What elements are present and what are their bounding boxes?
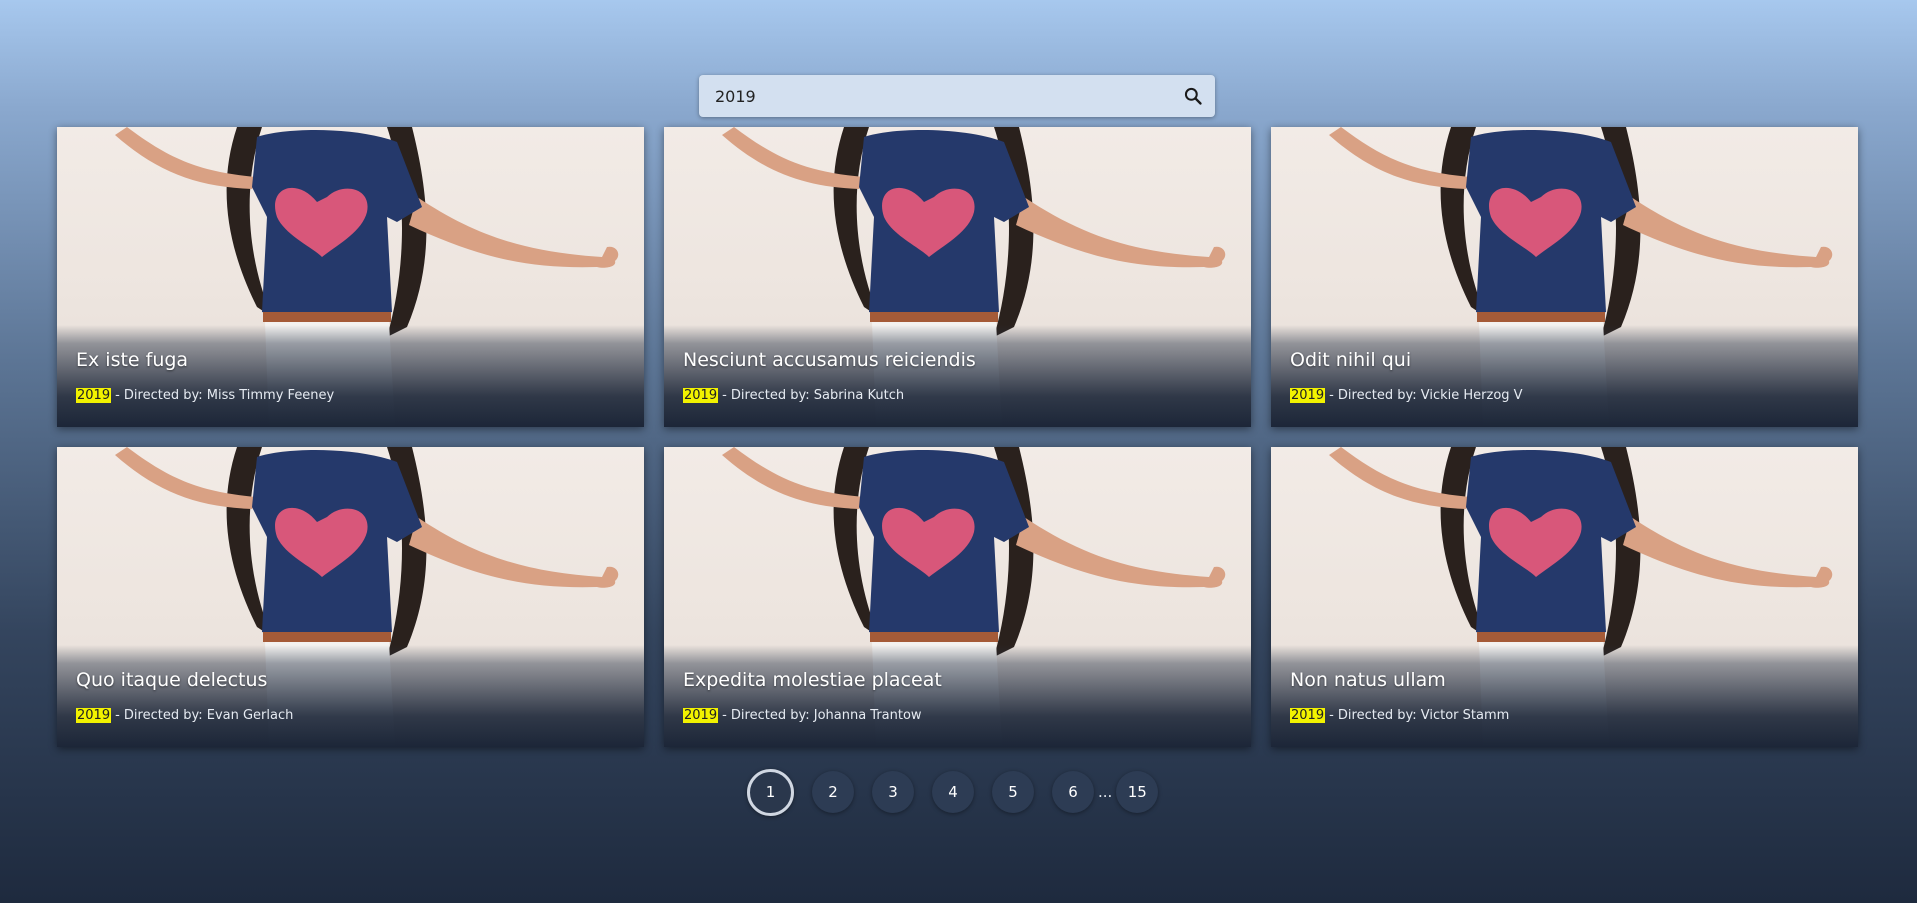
director-text: - Directed by: Miss Timmy Feeney [115, 388, 335, 403]
card-overlay [1271, 645, 1858, 747]
page-button-6[interactable]: 6 [1052, 771, 1094, 813]
director-text: - Directed by: Sabrina Kutch [722, 388, 905, 403]
search-icon [1184, 87, 1202, 105]
director-text: - Directed by: Evan Gerlach [115, 708, 294, 723]
card-title: Expedita molestiae placeat [683, 669, 942, 691]
card-title: Odit nihil qui [1290, 349, 1412, 371]
search-input[interactable] [699, 75, 1171, 117]
year-highlight: 2019 [76, 708, 112, 723]
card-meta: 2019 - Directed by: Johanna Trantow [683, 708, 922, 723]
movie-card[interactable]: Ex iste fuga 2019 - Directed by: Miss Ti… [57, 127, 644, 427]
year-highlight: 2019 [1290, 708, 1326, 723]
pagination-ellipsis: ... [1098, 783, 1113, 801]
pagination: 1 2 3 4 5 6... 15 [747, 768, 1159, 816]
search-button[interactable] [1171, 75, 1215, 117]
card-title: Ex iste fuga [76, 349, 189, 371]
year-highlight: 2019 [1290, 388, 1326, 403]
card-meta: 2019 - Directed by: Vickie Herzog V [1290, 388, 1523, 403]
card-overlay [664, 325, 1251, 427]
card-overlay [664, 645, 1251, 747]
search-bar [699, 75, 1215, 117]
card-overlay [57, 325, 644, 427]
page-button-3[interactable]: 3 [872, 771, 914, 813]
year-highlight: 2019 [683, 388, 719, 403]
director-text: - Directed by: Vickie Herzog V [1329, 388, 1523, 403]
year-highlight: 2019 [683, 708, 719, 723]
card-title: Quo itaque delectus [76, 669, 268, 691]
card-overlay [57, 645, 644, 747]
movie-card[interactable]: Expedita molestiae placeat 2019 - Direct… [664, 447, 1251, 747]
page-button-4[interactable]: 4 [932, 771, 974, 813]
movie-grid: Ex iste fuga 2019 - Directed by: Miss Ti… [57, 127, 1858, 747]
page-button-last[interactable]: 15 [1116, 771, 1159, 813]
card-meta: 2019 - Directed by: Sabrina Kutch [683, 388, 904, 403]
page-button-2[interactable]: 2 [812, 771, 854, 813]
page-button-1[interactable]: 1 [747, 768, 794, 816]
movie-card[interactable]: Quo itaque delectus 2019 - Directed by: … [57, 447, 644, 747]
director-text: - Directed by: Johanna Trantow [722, 708, 922, 723]
card-title: Nesciunt accusamus reiciendis [683, 349, 976, 371]
movie-card[interactable]: Non natus ullam 2019 - Directed by: Vict… [1271, 447, 1858, 747]
director-text: - Directed by: Victor Stamm [1329, 708, 1510, 723]
page-button-5[interactable]: 5 [992, 771, 1034, 813]
card-meta: 2019 - Directed by: Miss Timmy Feeney [76, 388, 334, 403]
movie-card[interactable]: Odit nihil qui 2019 - Directed by: Vicki… [1271, 127, 1858, 427]
movie-card[interactable]: Nesciunt accusamus reiciendis 2019 - Dir… [664, 127, 1251, 427]
card-meta: 2019 - Directed by: Victor Stamm [1290, 708, 1509, 723]
year-highlight: 2019 [76, 388, 112, 403]
card-overlay [1271, 325, 1858, 427]
card-meta: 2019 - Directed by: Evan Gerlach [76, 708, 293, 723]
card-title: Non natus ullam [1290, 669, 1446, 691]
